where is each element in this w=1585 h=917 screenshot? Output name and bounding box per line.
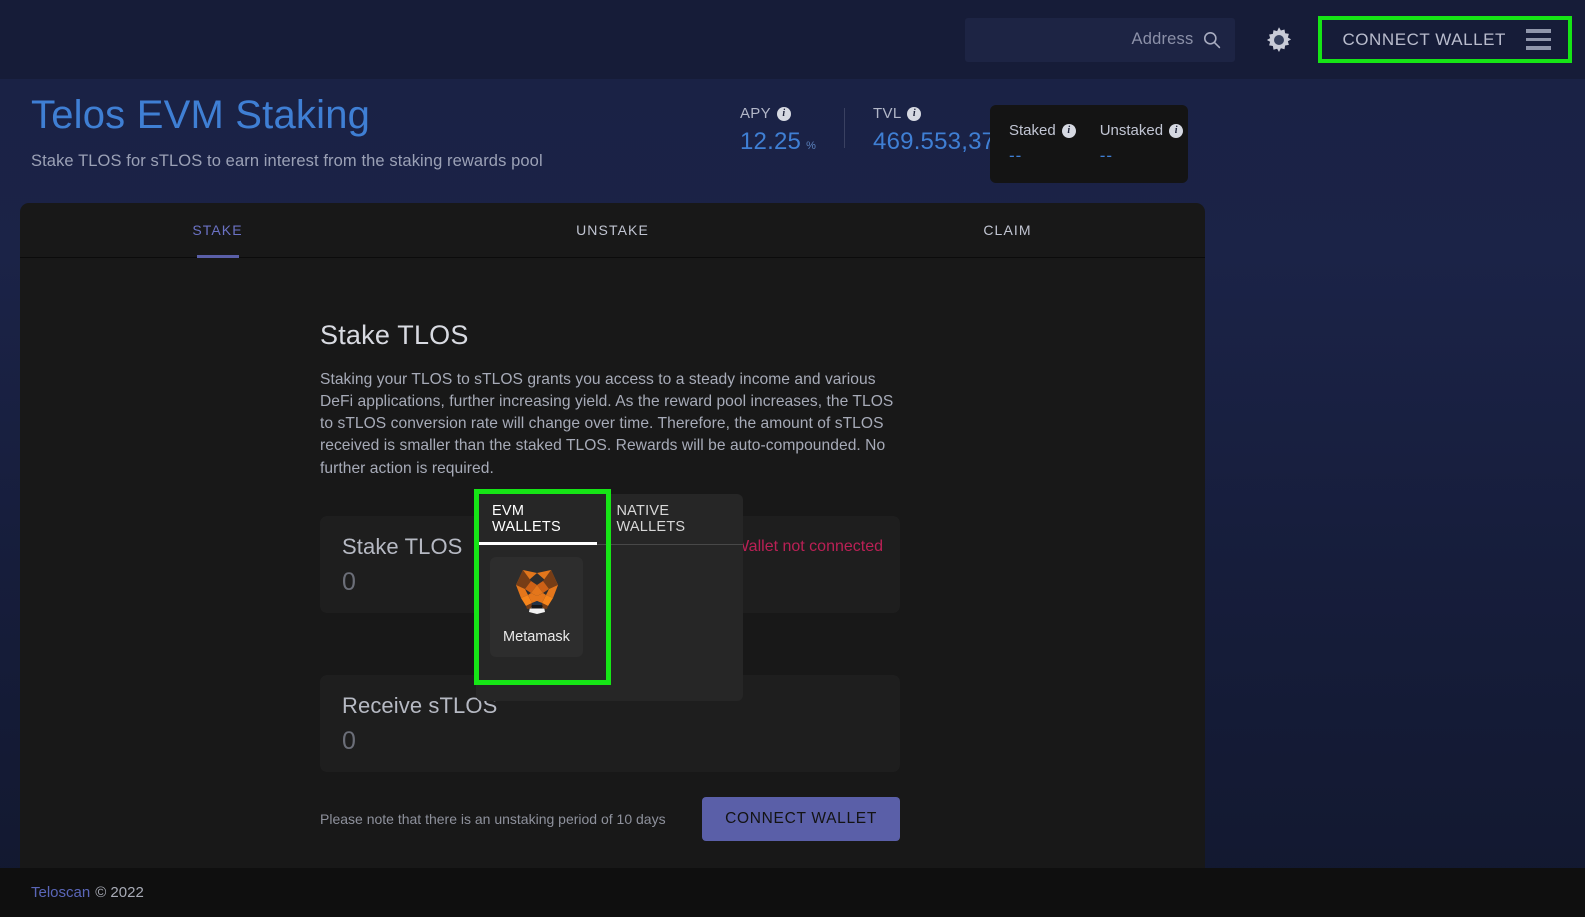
stat-apy-value: 12.25	[740, 128, 801, 156]
info-icon[interactable]: i	[907, 107, 921, 121]
connect-wallet-button[interactable]: CONNECT WALLET	[702, 797, 900, 841]
wallet-option-metamask[interactable]: Metamask	[490, 557, 583, 657]
stat-unstaked: Unstaked i --	[1100, 122, 1183, 183]
address-search-box[interactable]: Address	[965, 18, 1235, 62]
stat-unstaked-label: Unstaked	[1100, 122, 1163, 139]
unstaking-period-note: Please note that there is an unstaking p…	[320, 811, 666, 827]
balances-card: Staked i -- Unstaked i --	[990, 105, 1188, 183]
receive-output-value: 0	[342, 727, 878, 756]
section-heading: Stake TLOS	[320, 320, 1205, 351]
stat-staked-head: Staked i	[1009, 122, 1076, 139]
metamask-fox-icon	[512, 570, 562, 622]
gear-icon[interactable]	[1262, 23, 1296, 57]
teloscan-link[interactable]: Teloscan	[31, 884, 90, 901]
stat-staked: Staked i --	[1009, 122, 1076, 183]
wallet-modal-tab-bar: EVM WALLETS NATIVE WALLETS	[476, 494, 743, 545]
footnote-row: Please note that there is an unstaking p…	[320, 797, 900, 841]
hamburger-menu-icon[interactable]	[1526, 29, 1551, 50]
search-input-placeholder[interactable]: Address	[1132, 30, 1194, 49]
copyright-text: © 2022	[95, 884, 144, 901]
info-icon[interactable]: i	[777, 107, 791, 121]
tab-native-wallets[interactable]: NATIVE WALLETS	[600, 494, 743, 544]
search-icon[interactable]	[1202, 30, 1221, 49]
wallet-modal-body: Metamask	[476, 545, 743, 657]
info-icon[interactable]: i	[1062, 124, 1076, 138]
stat-unstaked-value: --	[1100, 146, 1183, 166]
connect-wallet-header-button[interactable]: CONNECT WALLET	[1318, 16, 1572, 63]
stat-tvl-value: 469.553,376	[873, 128, 1009, 156]
tab-claim[interactable]: CLAIM	[810, 203, 1205, 257]
stat-unstaked-head: Unstaked i	[1100, 122, 1183, 139]
top-header: Address CONNECT WALLET	[0, 0, 1585, 79]
stat-apy-label: APY	[740, 105, 771, 122]
stats-divider	[844, 108, 845, 148]
tab-unstake[interactable]: UNSTAKE	[415, 203, 810, 257]
stat-tvl-label: TVL	[873, 105, 901, 122]
stat-staked-value: --	[1009, 146, 1076, 166]
wallet-option-metamask-label: Metamask	[503, 629, 570, 645]
tab-evm-wallets[interactable]: EVM WALLETS	[476, 494, 600, 544]
stat-staked-label: Staked	[1009, 122, 1056, 139]
section-description: Staking your TLOS to sTLOS grants you ac…	[320, 369, 900, 480]
info-icon[interactable]: i	[1169, 124, 1183, 138]
connect-wallet-header-label: CONNECT WALLET	[1342, 30, 1506, 50]
wallet-selection-modal: EVM WALLETS NATIVE WALLETS	[476, 494, 743, 701]
tab-stake[interactable]: STAKE	[20, 203, 415, 257]
stat-apy-unit: %	[806, 140, 816, 152]
page-footer: Teloscan © 2022	[0, 868, 1585, 917]
stat-apy-value-row: 12.25 %	[740, 128, 816, 156]
stat-apy-head: APY i	[740, 105, 816, 122]
stat-apy: APY i 12.25 %	[740, 105, 816, 156]
wallet-not-connected-error: Wallet not connected	[734, 538, 883, 556]
tab-bar: STAKE UNSTAKE CLAIM	[20, 203, 1205, 258]
